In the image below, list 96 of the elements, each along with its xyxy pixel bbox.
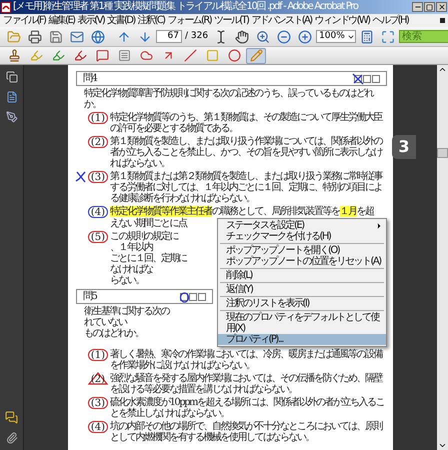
menu-item[interactable]: アドバンスト(A) [251, 14, 312, 26]
menu-item[interactable]: ウィンドウ(W) [314, 14, 370, 26]
context-menu-item[interactable]: 注釈のリストを表示(I) [218, 298, 386, 309]
context-menu-item[interactable]: チェックマークを付ける(H) [218, 231, 386, 242]
context-menu-item[interactable]: 返信(Y) [218, 284, 386, 295]
menu-item[interactable]: フォーム(R) [167, 14, 212, 26]
highlighter-icon [30, 49, 42, 62]
close-button[interactable] [436, 2, 447, 12]
paperclip-icon[interactable] [6, 432, 18, 444]
previous-page-icon [117, 30, 131, 44]
globe-icon [91, 30, 105, 44]
zoom-out-icon [277, 30, 292, 44]
body-text: らない。 [110, 275, 145, 286]
context-menu-item[interactable]: 現在のプロパティをデフォルトとして使用(X) [218, 312, 386, 334]
item-number: (2) [88, 136, 108, 148]
mail-icon [70, 30, 84, 44]
context-menu-item[interactable]: プロパティ(P)... [218, 334, 386, 345]
body-text: 硫化水素濃度が10ppmを超える場所には、関係者以外の者が立ち入ることを禁止しなければならない。 [110, 397, 386, 419]
printer-icon [28, 30, 42, 44]
body-text: なければな [110, 264, 154, 275]
body-text: ものはどれか。 [84, 328, 144, 339]
answer-checkbox[interactable] [363, 74, 371, 82]
pencil-icon [250, 49, 262, 62]
answer-checkbox[interactable] [372, 74, 380, 82]
callout-icon [96, 49, 108, 62]
cross-mark-icon [75, 171, 86, 183]
page-number-field[interactable]: 67 [156, 30, 182, 43]
item-number: (1) [88, 349, 108, 361]
menu-item[interactable]: ヘルプ(H) [372, 14, 408, 26]
full-screen-icon [380, 30, 395, 44]
zoom-dropdown[interactable]: 100% [316, 30, 356, 43]
body-text: この規則の規定に [110, 231, 180, 242]
rectangle-icon [206, 49, 218, 62]
body-text: 特定化学物質障害予防規則に関する次の記述のうち、誤っているものはどれか。 [84, 88, 374, 110]
body-text: 第１類物質または第２類物質を製造し、または取り扱う業務に常時従事する労働者に対しては、１年以内ごとに１回、定期に、特別の項目による健康診断を行わなければならない。 [110, 171, 384, 204]
item-number: (5) [88, 231, 108, 243]
scrollbar-thumb[interactable] [437, 148, 448, 158]
zoom-icon [256, 30, 270, 44]
line-icon [184, 49, 196, 62]
context-menu-item[interactable]: 削除(L) [218, 270, 386, 281]
menu-item[interactable]: ファイル(F) [3, 14, 46, 26]
oval-icon [228, 49, 240, 62]
pen-icon[interactable] [6, 111, 18, 123]
comments-icon[interactable] [5, 411, 18, 424]
body-text: 特定化学物質等のうち、第１類物質は、その製造について厚生労働大臣の許可を必要とする物質である。 [110, 112, 384, 134]
search-field[interactable]: 検索 [398, 30, 448, 43]
document-icon[interactable] [6, 91, 18, 103]
menu-item[interactable]: 表示(V) [77, 14, 104, 26]
body-text: 坑の内部その他の場所で、自然換気が不十分なところにおいては、原則として内燃機関を有する機械を使用してはならない。 [110, 421, 384, 443]
submenu-caret-icon [375, 222, 383, 230]
body-text: 衛生基準に関する次の [84, 306, 170, 317]
hand-icon [235, 30, 250, 44]
body-text: 第１類物質を製造し、または取り扱う作業場については、関係者以外の者が立ち入ることを禁止し、かつ、その旨を見やすい箇所に表示しなければならない。 [110, 136, 384, 169]
page-total: / 326 [184, 30, 210, 43]
item-number: (1) [88, 112, 108, 124]
zoom-in-icon [298, 30, 312, 44]
vertical-scrollbar[interactable] [437, 65, 448, 450]
save-icon [49, 30, 63, 44]
close-icon [438, 3, 446, 11]
body-text: 強烈な騒音を発する屋内作業場においては、その伝播を防ぐため、隔壁を設ける等必要な措置を講じなければならない。 [110, 373, 384, 395]
body-text: れていない [84, 317, 128, 328]
answer-checkbox[interactable] [198, 292, 206, 300]
next-page-icon [138, 30, 152, 44]
body-text: ごとに１回、定期に [110, 253, 188, 264]
pages-icon[interactable] [6, 71, 18, 83]
body-text: 特定化学物質等作業主任者の職務として、局所排気装置等を１月を超 [110, 206, 374, 218]
item-number: (4) [88, 206, 108, 218]
context-menu-item[interactable]: ステータスを設定(E) [218, 220, 386, 231]
highlighter-icon [74, 49, 86, 62]
question-title: 問5 [83, 291, 96, 302]
question-title: 問4 [83, 73, 96, 84]
folder-icon [7, 30, 21, 44]
cloud-icon [140, 49, 152, 62]
stamp-icon [8, 49, 20, 62]
context-menu-item[interactable]: ポップアップノートを開く(O) [218, 245, 386, 256]
menu-item[interactable]: ツール(T) [214, 14, 248, 26]
body-text: 、１年以内 [110, 242, 154, 253]
context-menu-item[interactable]: ポップアップノートの位置をリセット(A) [218, 256, 386, 267]
highlighter-icon [52, 49, 64, 62]
maximize-icon [426, 4, 433, 10]
scroll-down-icon[interactable] [438, 441, 447, 450]
text-box-icon [118, 49, 130, 62]
answer-checkbox[interactable] [189, 292, 197, 300]
pdf-document-icon [1, 2, 11, 12]
item-number: (3) [88, 171, 108, 183]
item-number: (3) [88, 397, 108, 409]
maximize-button[interactable] [424, 2, 435, 12]
window-title: [メモ用]衛生管理者 第1種 実践模擬問題集 トライアル模試全10回 .pdf - Adobe Acrobat Pro [13, 1, 360, 13]
menu-item[interactable]: 注釈(C) [138, 14, 164, 26]
scroll-up-icon[interactable] [438, 65, 447, 74]
body-text: えない期間ごとに点 [110, 218, 188, 229]
minimize-button[interactable] [412, 2, 423, 12]
menu-item[interactable]: 文書(D) [107, 14, 135, 26]
body-text: 著しく暑熱、寒冷の作業場においては、冷房、暖房または通風等の設備を作業場外に設けなければならない。 [110, 349, 384, 371]
menu-item[interactable]: 編集(E) [48, 14, 74, 26]
item-number: (4) [88, 421, 108, 433]
